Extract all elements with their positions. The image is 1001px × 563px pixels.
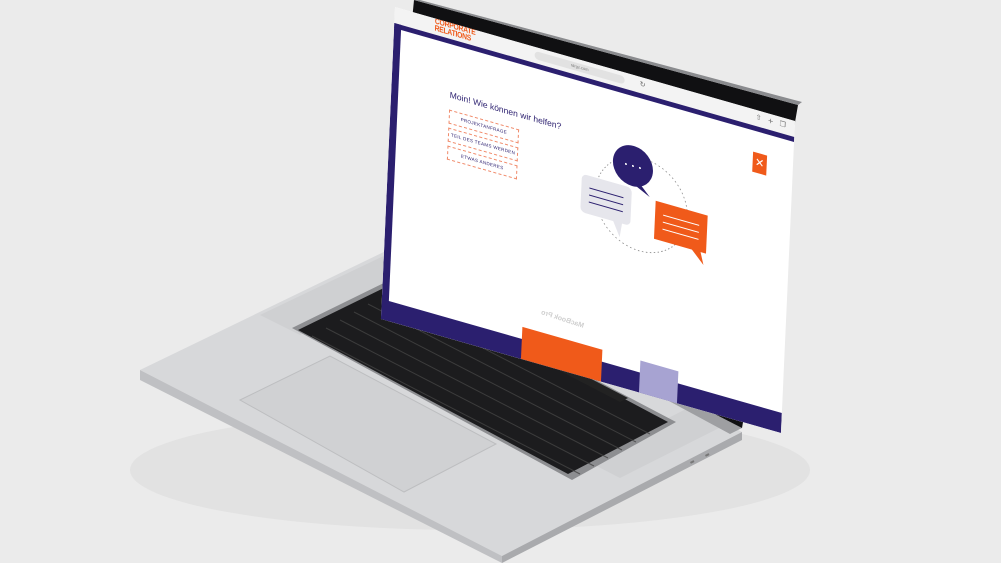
orange-speech-bubble-icon <box>653 200 708 266</box>
close-icon[interactable]: ✕ <box>752 151 768 176</box>
plus-icon[interactable]: + <box>767 116 775 126</box>
tabs-icon[interactable]: ❐ <box>779 119 787 130</box>
share-icon[interactable]: ⇧ <box>755 113 763 123</box>
reload-icon[interactable]: ↻ <box>639 80 647 90</box>
gray-speech-bubble-icon <box>580 174 632 238</box>
chat-bubbles-illustration <box>580 145 708 266</box>
